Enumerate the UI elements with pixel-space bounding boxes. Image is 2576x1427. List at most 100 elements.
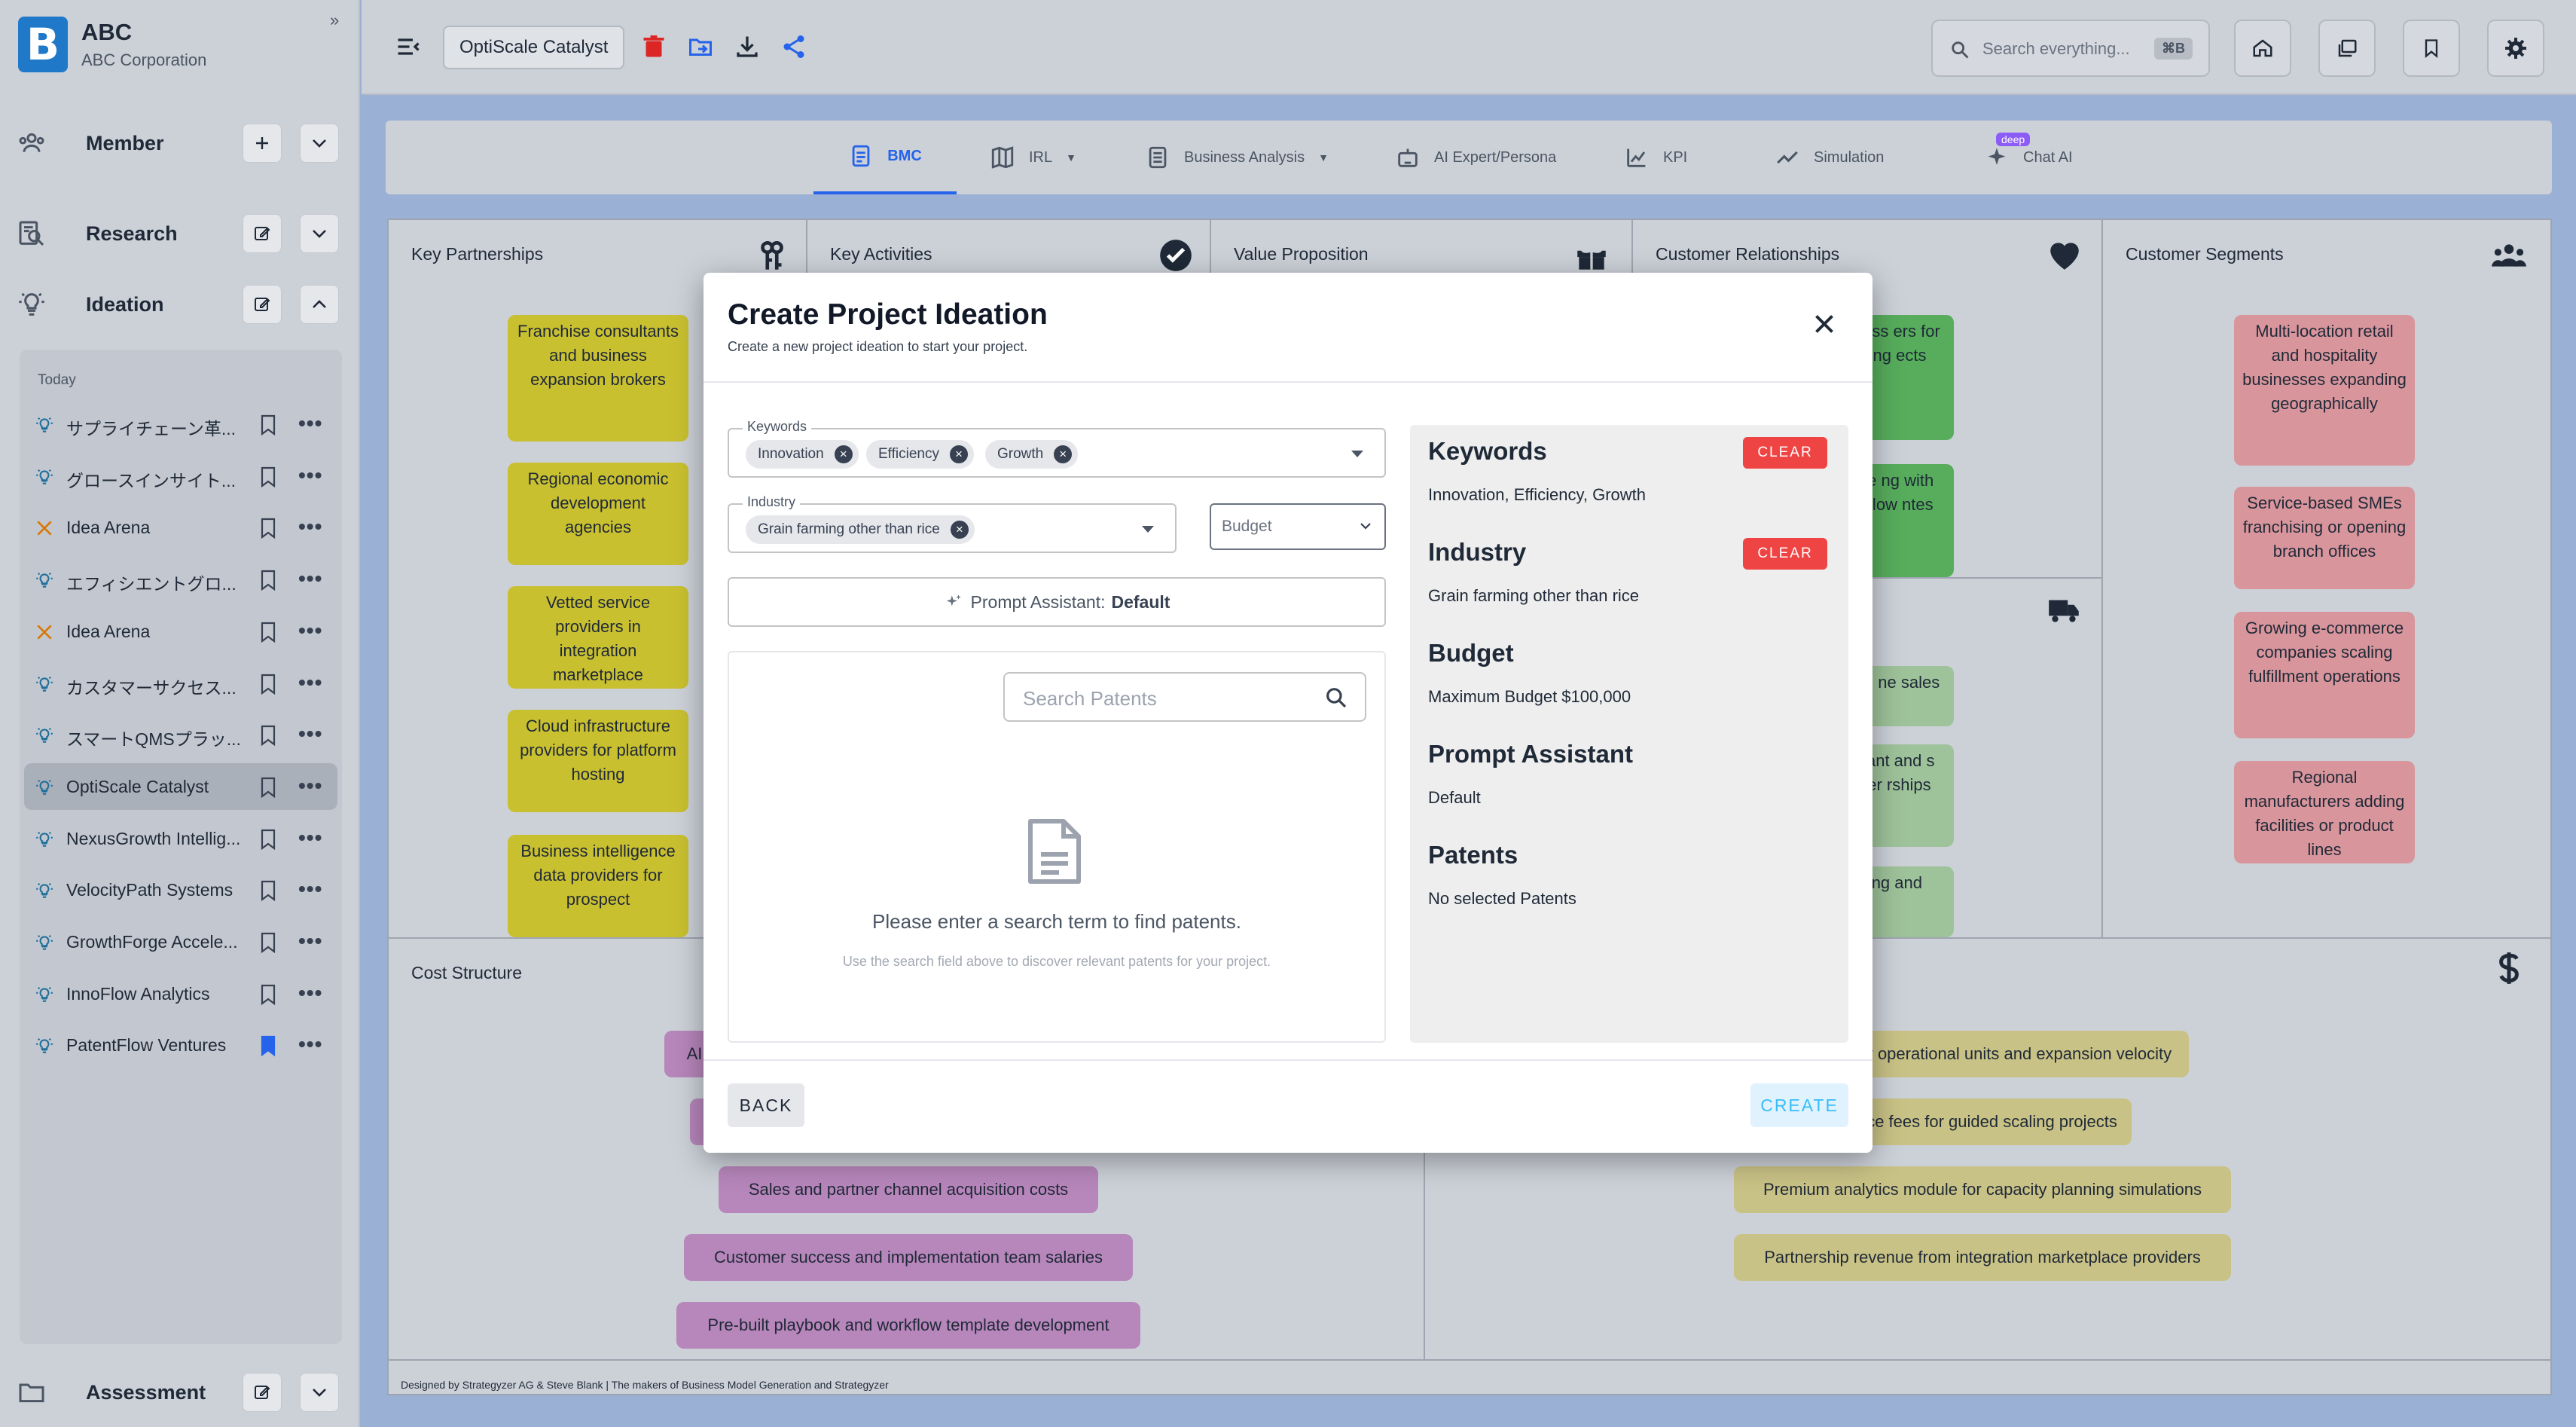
history-item[interactable]: Idea Arena ••• bbox=[24, 504, 337, 551]
tab-ai-expert-persona[interactable]: AI Expert/Persona bbox=[1395, 121, 1556, 194]
history-item[interactable]: NexusGrowth Intellig... ••• bbox=[24, 815, 337, 862]
remove-chip-icon[interactable]: × bbox=[949, 445, 968, 463]
remove-chip-icon[interactable]: × bbox=[1054, 445, 1073, 463]
tab-business-analysis[interactable]: Business Analysis ▼ bbox=[1145, 121, 1329, 194]
more-options-icon[interactable]: ••• bbox=[298, 929, 322, 953]
move-folder-icon[interactable] bbox=[687, 33, 714, 60]
bookmark-icon[interactable] bbox=[259, 932, 277, 953]
share-icon[interactable] bbox=[780, 33, 807, 60]
tab-irl[interactable]: IRL ▼ bbox=[990, 121, 1076, 194]
collapse-ideation-button[interactable] bbox=[300, 285, 339, 324]
bookmark-icon[interactable] bbox=[259, 725, 277, 747]
edit-assessment-button[interactable] bbox=[243, 1373, 282, 1412]
patent-search-input[interactable]: Search Patents bbox=[1003, 672, 1366, 722]
bookmark-icon[interactable] bbox=[259, 570, 277, 591]
tab-simulation[interactable]: Simulation bbox=[1775, 121, 1884, 194]
expand-member-button[interactable] bbox=[300, 124, 339, 163]
settings-button[interactable] bbox=[2487, 20, 2544, 77]
industry-select[interactable]: Industry Grain farming other than rice × bbox=[728, 494, 1177, 553]
history-item[interactable]: OptiScale Catalyst ••• bbox=[24, 762, 337, 810]
keywords-select[interactable]: Keywords Innovation × Efficiency × Growth × bbox=[728, 419, 1386, 478]
sticky-note[interactable]: Premium analytics module for capacity pl… bbox=[1734, 1166, 2231, 1213]
more-options-icon[interactable]: ••• bbox=[298, 411, 322, 435]
sticky-note[interactable]: Multi-location retail and hospitality bu… bbox=[2234, 315, 2415, 466]
bookmark-icon[interactable] bbox=[259, 984, 277, 1005]
edit-ideation-button[interactable] bbox=[243, 285, 282, 324]
close-dialog-button[interactable] bbox=[1811, 310, 1838, 338]
nav-section-research[interactable]: Research bbox=[0, 203, 360, 264]
more-options-icon[interactable]: ••• bbox=[298, 826, 322, 850]
more-options-icon[interactable]: ••• bbox=[298, 877, 322, 901]
sticky-note[interactable]: Partnership revenue from integration mar… bbox=[1734, 1234, 2231, 1281]
remove-chip-icon[interactable]: × bbox=[950, 521, 969, 539]
more-options-icon[interactable]: ••• bbox=[298, 722, 322, 746]
history-item[interactable]: エフィシエントグロ... ••• bbox=[24, 556, 337, 603]
tab-bmc[interactable]: BMC bbox=[813, 121, 957, 194]
create-button[interactable]: CREATE bbox=[1750, 1083, 1848, 1127]
history-item[interactable]: カスタマーサクセス... ••• bbox=[24, 660, 337, 707]
project-name[interactable]: OptiScale Catalyst bbox=[443, 26, 625, 69]
history-item[interactable]: Idea Arena ••• bbox=[24, 608, 337, 655]
dropdown-caret-icon[interactable] bbox=[1142, 526, 1154, 533]
sticky-note[interactable]: Service-based SMEs franchising or openin… bbox=[2234, 487, 2415, 589]
more-options-icon[interactable]: ••• bbox=[298, 981, 322, 1005]
sticky-note[interactable]: Regional economic development agencies bbox=[508, 463, 688, 565]
history-item[interactable]: スマートQMSプラッ... ••• bbox=[24, 711, 337, 758]
history-item[interactable]: グロースインサイト... ••• bbox=[24, 453, 337, 500]
expand-assessment-button[interactable] bbox=[300, 1373, 339, 1412]
nav-section-ideation[interactable]: Ideation bbox=[0, 274, 360, 335]
add-member-button[interactable] bbox=[243, 124, 282, 163]
collapse-sidebar-icon[interactable]: » bbox=[330, 11, 339, 30]
bookmark-icon[interactable] bbox=[259, 622, 277, 643]
more-options-icon[interactable]: ••• bbox=[298, 463, 322, 487]
bookmark-icon[interactable] bbox=[259, 674, 277, 695]
sticky-note[interactable]: Customer success and implementation team… bbox=[684, 1234, 1133, 1281]
history-item[interactable]: GrowthForge Accele... ••• bbox=[24, 918, 337, 965]
sticky-note[interactable]: Pre-built playbook and workflow template… bbox=[676, 1302, 1140, 1349]
dropdown-caret-icon[interactable] bbox=[1351, 451, 1363, 457]
sticky-note[interactable]: Regional manufacturers adding facilities… bbox=[2234, 761, 2415, 863]
back-button[interactable]: BACK bbox=[728, 1083, 804, 1127]
sticky-note[interactable]: Growing e-commerce companies scaling ful… bbox=[2234, 612, 2415, 738]
bookmark-icon[interactable] bbox=[259, 880, 277, 902]
budget-select[interactable]: Budget bbox=[1210, 503, 1386, 550]
sticky-note[interactable]: Business intelligence data providers for… bbox=[508, 835, 688, 937]
bookmarks-button[interactable] bbox=[2403, 20, 2460, 77]
bookmark-icon[interactable] bbox=[259, 777, 277, 798]
global-search[interactable]: Search everything... ⌘B bbox=[1931, 20, 2210, 77]
search-icon[interactable] bbox=[1324, 686, 1348, 710]
menu-collapse-icon[interactable] bbox=[395, 33, 422, 60]
clear-keywords-button[interactable]: CLEAR bbox=[1743, 437, 1827, 469]
sticky-note[interactable]: Sales and partner channel acquisition co… bbox=[719, 1166, 1098, 1213]
history-item[interactable]: InnoFlow Analytics ••• bbox=[24, 970, 337, 1017]
tab-kpi[interactable]: KPI bbox=[1624, 121, 1687, 194]
history-item[interactable]: PatentFlow Ventures ••• bbox=[24, 1022, 337, 1068]
edit-research-button[interactable] bbox=[243, 214, 282, 253]
more-options-icon[interactable]: ••• bbox=[298, 619, 322, 643]
sticky-note[interactable]: Franchise consultants and business expan… bbox=[508, 315, 688, 442]
bookmark-icon[interactable] bbox=[259, 414, 277, 435]
clear-industry-button[interactable]: CLEAR bbox=[1743, 538, 1827, 570]
delete-icon[interactable] bbox=[640, 33, 667, 60]
prompt-assistant-button[interactable]: Prompt Assistant: Default bbox=[728, 577, 1386, 627]
library-button[interactable] bbox=[2318, 20, 2376, 77]
more-options-icon[interactable]: ••• bbox=[298, 774, 322, 798]
more-options-icon[interactable]: ••• bbox=[298, 671, 322, 695]
bookmark-icon[interactable] bbox=[259, 829, 277, 850]
expand-research-button[interactable] bbox=[300, 214, 339, 253]
nav-section-member[interactable]: Member bbox=[0, 113, 360, 173]
home-button[interactable] bbox=[2234, 20, 2291, 77]
history-item[interactable]: サプライチェーン革... ••• bbox=[24, 401, 337, 448]
download-icon[interactable] bbox=[734, 33, 761, 60]
more-options-icon[interactable]: ••• bbox=[298, 567, 322, 591]
sticky-note[interactable]: Vetted service providers in integration … bbox=[508, 586, 688, 689]
bookmark-icon[interactable] bbox=[259, 518, 277, 539]
history-item[interactable]: VelocityPath Systems ••• bbox=[24, 866, 337, 913]
bookmark-icon[interactable] bbox=[259, 1035, 277, 1057]
nav-section-assessment[interactable]: Assessment bbox=[0, 1362, 360, 1422]
sticky-note[interactable]: Cloud infrastructure providers for platf… bbox=[508, 710, 688, 812]
bookmark-icon[interactable] bbox=[259, 466, 277, 487]
tab-chat-ai[interactable]: Chat AI bbox=[1984, 121, 2073, 194]
more-options-icon[interactable]: ••• bbox=[298, 515, 322, 539]
remove-chip-icon[interactable]: × bbox=[834, 445, 853, 463]
